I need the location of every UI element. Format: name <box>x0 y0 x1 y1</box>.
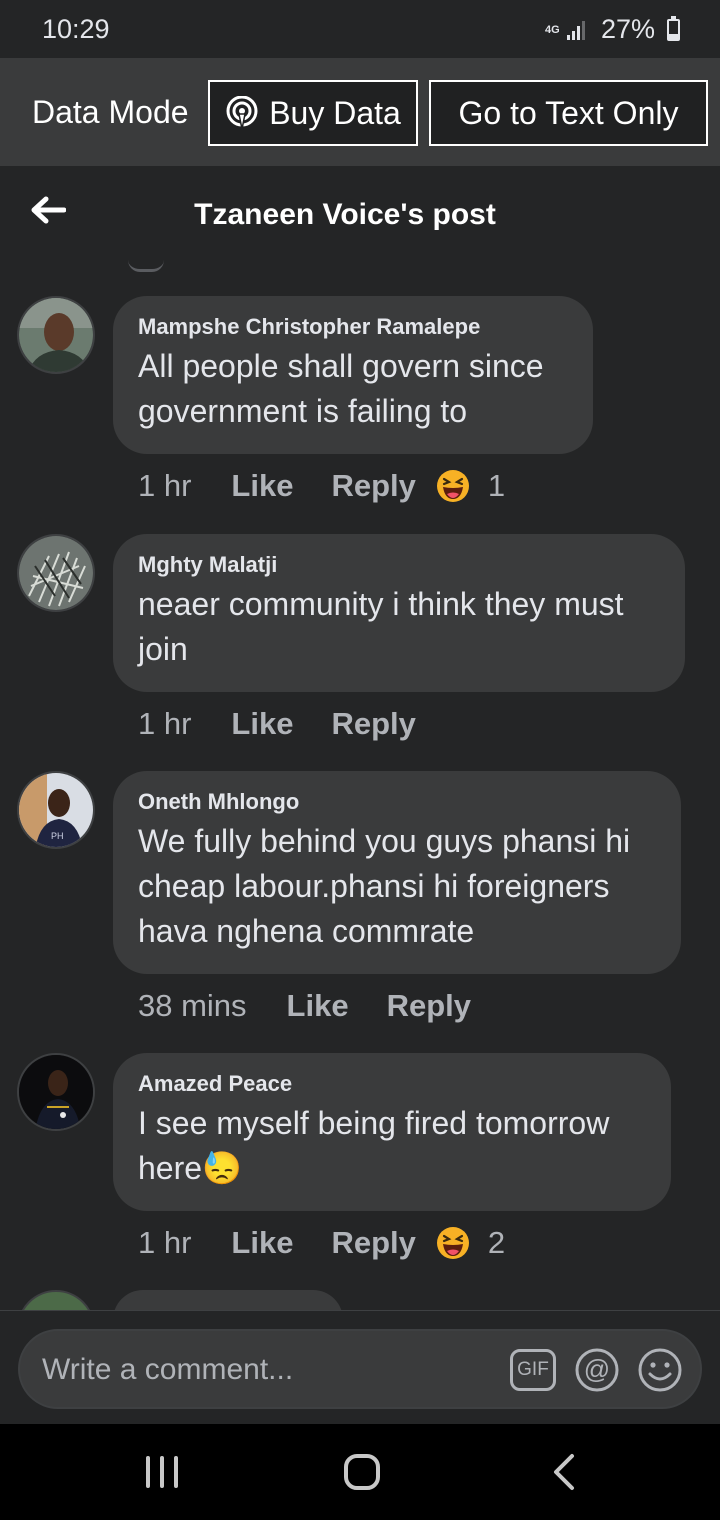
avatar[interactable] <box>17 296 95 374</box>
system-nav-bar <box>0 1424 720 1520</box>
comment-time[interactable]: 38 mins <box>138 988 247 1024</box>
partial-avatar <box>128 260 164 272</box>
comment-author[interactable]: Mghty Malatji <box>138 552 659 578</box>
reply-button[interactable]: Reply <box>387 988 471 1024</box>
comment-text: We fully behind you guys phansi hi cheap… <box>138 823 631 949</box>
comment-bubble[interactable]: Mampshe Christopher Ramalepe All people … <box>113 296 593 454</box>
network-4g-icon: 4G <box>544 23 560 36</box>
network-label: 4G <box>544 23 560 36</box>
comment-actions: 38 mins Like Reply <box>138 988 509 1024</box>
reaction-summary[interactable]: 2 <box>436 1225 505 1261</box>
status-bar: 10:29 4G 27% <box>0 0 720 58</box>
broadcast-icon <box>226 96 258 130</box>
battery-icon <box>667 15 680 41</box>
comment-bubble[interactable]: Amazed Peace I see myself being fired to… <box>113 1053 671 1211</box>
smiley-icon <box>638 1348 682 1392</box>
comment-actions: 1 hr Like Reply <box>138 706 454 742</box>
reaction-count: 1 <box>487 468 506 503</box>
like-button[interactable]: Like <box>231 706 293 742</box>
comment-text: All people shall govern since government… <box>138 348 544 429</box>
comment-author[interactable]: Oneth Mhlongo <box>138 789 655 815</box>
gif-label: GIF <box>517 1359 549 1380</box>
comment-input-box[interactable]: Write a comment... GIF @ <box>18 1329 702 1409</box>
comment-composer: Write a comment... GIF @ <box>0 1310 720 1424</box>
avatar[interactable] <box>17 1290 95 1310</box>
avatar[interactable] <box>17 534 95 612</box>
comment-time[interactable]: 1 hr <box>138 706 191 742</box>
like-button[interactable]: Like <box>287 988 349 1024</box>
page-title: Tzaneen Voice's post <box>194 198 496 231</box>
battery-fill <box>669 33 678 39</box>
gif-button[interactable]: GIF <box>510 1349 556 1391</box>
status-icons: 4G 27% <box>545 14 680 45</box>
comment-author[interactable]: Amazed Peace <box>138 1071 645 1097</box>
svg-text:@: @ <box>584 1354 610 1384</box>
signal-icon <box>566 20 585 40</box>
chevron-left-icon <box>554 1454 574 1490</box>
at-icon: @ <box>575 1348 619 1392</box>
home-icon <box>344 1454 380 1490</box>
comment-time[interactable]: 1 hr <box>138 1225 191 1261</box>
comment-author[interactable]: Mampshe Christopher Ramalepe <box>138 314 567 340</box>
battery-percent: 27% <box>600 14 655 44</box>
reaction-summary[interactable]: 1 <box>436 468 505 504</box>
emoji-button[interactable] <box>637 1347 683 1398</box>
comment-bubble[interactable]: Oneth Mhlongo We fully behind you guys p… <box>113 771 681 974</box>
status-time: 10:29 <box>42 14 110 44</box>
avatar[interactable] <box>17 1053 95 1131</box>
comments-list[interactable]: Mampshe Christopher Ramalepe All people … <box>0 250 720 1310</box>
mention-button[interactable]: @ <box>574 1347 620 1398</box>
buy-data-button[interactable]: Buy Data <box>208 80 418 146</box>
comment-text: neaer community i think they must join <box>138 586 624 667</box>
comment-text: I see myself being fired tomorrow here😓 <box>138 1105 610 1186</box>
svg-text:PH: PH <box>51 831 64 841</box>
recent-apps-button[interactable] <box>142 1452 182 1497</box>
text-only-label: Go to Text Only <box>458 94 679 131</box>
reply-button[interactable]: Reply <box>331 706 415 742</box>
like-button[interactable]: Like <box>231 1225 293 1261</box>
buy-data-label: Buy Data <box>269 94 401 131</box>
comment-bubble[interactable]: Mghty Malatji neaer community i think th… <box>113 534 685 692</box>
home-button[interactable] <box>342 1452 382 1497</box>
avatar[interactable]: PH <box>17 771 95 849</box>
comment-time[interactable]: 1 hr <box>138 468 191 504</box>
haha-icon <box>436 470 469 502</box>
text-only-button[interactable]: Go to Text Only <box>429 80 708 146</box>
comment-bubble[interactable] <box>113 1290 343 1310</box>
haha-icon <box>436 1227 469 1259</box>
back-nav-button[interactable] <box>548 1452 580 1497</box>
reaction-count: 2 <box>487 1225 506 1260</box>
comment-input[interactable]: Write a comment... <box>42 1353 293 1387</box>
reply-button[interactable]: Reply <box>331 1225 415 1261</box>
data-mode-bar: Data Mode Buy Data Go to Text Only <box>0 58 720 166</box>
like-button[interactable]: Like <box>231 468 293 504</box>
comment-actions: 1 hr Like Reply 2 <box>138 1225 505 1261</box>
gif-icon: GIF <box>510 1349 556 1391</box>
data-mode-label: Data Mode <box>32 94 189 130</box>
recents-icon <box>146 1456 178 1488</box>
reply-button[interactable]: Reply <box>331 468 415 504</box>
comment-actions: 1 hr Like Reply 1 <box>138 468 505 504</box>
